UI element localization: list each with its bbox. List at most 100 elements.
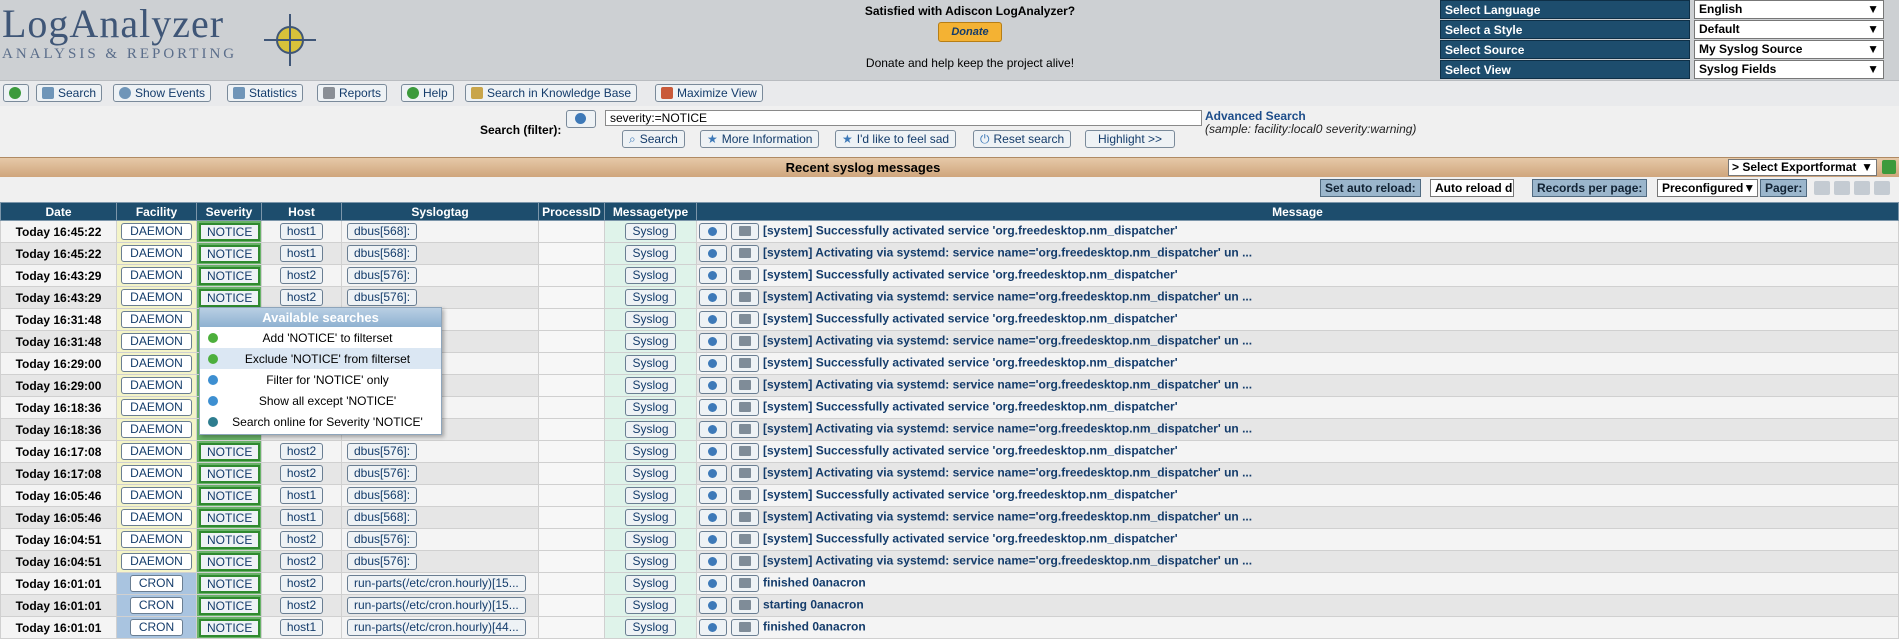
facility-chip[interactable]: CRON: [129, 597, 184, 614]
message-source-button[interactable]: [731, 575, 759, 592]
message-details-button[interactable]: [699, 487, 727, 504]
messagetype-chip[interactable]: Syslog: [625, 223, 676, 240]
facility-chip[interactable]: DAEMON: [121, 223, 192, 240]
last-page-icon[interactable]: [1874, 181, 1890, 195]
message-text[interactable]: finished 0anacron: [763, 576, 866, 590]
host-chip[interactable]: host1: [279, 487, 324, 504]
message-source-button[interactable]: [731, 377, 759, 394]
facility-chip[interactable]: DAEMON: [121, 311, 192, 328]
severity-chip[interactable]: NOTICE: [199, 574, 261, 593]
message-source-button[interactable]: [731, 223, 759, 240]
column-host[interactable]: Host: [261, 202, 342, 221]
message-details-button[interactable]: [699, 245, 727, 262]
message-source-button[interactable]: [731, 399, 759, 416]
next-page-icon[interactable]: [1854, 181, 1870, 195]
feel-sad-button[interactable]: ★ I'd like to feel sad: [835, 130, 957, 148]
message-text[interactable]: [system] Activating via systemd: service…: [763, 466, 1252, 480]
facility-chip[interactable]: DAEMON: [121, 465, 192, 482]
app-logo[interactable]: LogAnalyzer ANALYSIS & REPORTING: [2, 4, 237, 63]
message-source-button[interactable]: [731, 553, 759, 570]
column-syslogtag[interactable]: Syslogtag: [341, 202, 539, 221]
facility-chip[interactable]: DAEMON: [121, 289, 192, 306]
messagetype-chip[interactable]: Syslog: [625, 443, 676, 460]
messagetype-chip[interactable]: Syslog: [625, 575, 676, 592]
message-details-button[interactable]: [699, 377, 727, 394]
message-text[interactable]: [system] Successfully activated service …: [763, 488, 1178, 502]
facility-chip[interactable]: CRON: [129, 575, 184, 592]
donate-button[interactable]: Donate: [938, 22, 1002, 42]
search-input[interactable]: [605, 110, 1202, 126]
messagetype-chip[interactable]: Syslog: [625, 619, 676, 636]
severity-chip[interactable]: NOTICE: [199, 266, 261, 285]
column-severity[interactable]: Severity: [196, 202, 262, 221]
messagetype-chip[interactable]: Syslog: [625, 355, 676, 372]
syslogtag-chip[interactable]: dbus[568]:: [347, 487, 418, 504]
messagetype-chip[interactable]: Syslog: [625, 553, 676, 570]
search-options-button[interactable]: [566, 110, 596, 128]
message-text[interactable]: [system] Successfully activated service …: [763, 400, 1178, 414]
severity-chip[interactable]: NOTICE: [199, 552, 261, 571]
message-text[interactable]: [system] Successfully activated service …: [763, 224, 1178, 238]
message-text[interactable]: [system] Successfully activated service …: [763, 356, 1178, 370]
column-date[interactable]: Date: [0, 202, 117, 221]
message-text[interactable]: starting 0anacron: [763, 598, 864, 612]
severity-chip[interactable]: NOTICE: [199, 244, 261, 263]
facility-chip[interactable]: DAEMON: [121, 245, 192, 262]
message-details-button[interactable]: [699, 531, 727, 548]
message-text[interactable]: [system] Activating via systemd: service…: [763, 290, 1252, 304]
message-text[interactable]: [system] Activating via systemd: service…: [763, 246, 1252, 260]
popup-item-show-all-except[interactable]: Show all except 'NOTICE': [200, 390, 441, 411]
language-select[interactable]: English ▼: [1694, 0, 1884, 19]
syslogtag-chip[interactable]: dbus[568]:: [347, 223, 418, 240]
message-details-button[interactable]: [699, 223, 727, 240]
message-text[interactable]: [system] Successfully activated service …: [763, 532, 1178, 546]
message-text[interactable]: [system] Activating via systemd: service…: [763, 378, 1252, 392]
facility-chip[interactable]: DAEMON: [121, 553, 192, 570]
message-source-button[interactable]: [731, 289, 759, 306]
host-chip[interactable]: host2: [279, 289, 324, 306]
severity-chip[interactable]: NOTICE: [199, 464, 261, 483]
popup-item-search-online[interactable]: Search online for Severity 'NOTICE': [200, 411, 441, 432]
style-select[interactable]: Default ▼: [1694, 20, 1884, 39]
severity-chip[interactable]: NOTICE: [199, 288, 261, 307]
popup-item-add-filter[interactable]: Add 'NOTICE' to filterset: [200, 327, 441, 348]
message-details-button[interactable]: [699, 267, 727, 284]
messagetype-chip[interactable]: Syslog: [625, 399, 676, 416]
popup-item-exclude-filter[interactable]: Exclude 'NOTICE' from filterset: [200, 348, 441, 369]
host-chip[interactable]: host2: [279, 465, 324, 482]
messagetype-chip[interactable]: Syslog: [625, 311, 676, 328]
syslogtag-chip[interactable]: run-parts(/etc/cron.hourly)[15...: [347, 575, 526, 592]
messagetype-chip[interactable]: Syslog: [625, 245, 676, 262]
facility-chip[interactable]: DAEMON: [121, 267, 192, 284]
message-source-button[interactable]: [731, 333, 759, 350]
syslogtag-chip[interactable]: run-parts(/etc/cron.hourly)[44...: [347, 619, 526, 636]
syslogtag-chip[interactable]: dbus[576]:: [347, 531, 418, 548]
message-details-button[interactable]: [699, 465, 727, 482]
host-chip[interactable]: host1: [279, 509, 324, 526]
message-details-button[interactable]: [699, 355, 727, 372]
syslogtag-chip[interactable]: dbus[576]:: [347, 553, 418, 570]
facility-chip[interactable]: DAEMON: [121, 443, 192, 460]
message-text[interactable]: [system] Successfully activated service …: [763, 444, 1178, 458]
message-text[interactable]: [system] Successfully activated service …: [763, 312, 1178, 326]
message-source-button[interactable]: [731, 421, 759, 438]
message-source-button[interactable]: [731, 465, 759, 482]
export-format-select[interactable]: > Select Exportformat ▼: [1728, 159, 1877, 176]
syslogtag-chip[interactable]: dbus[576]:: [347, 465, 418, 482]
message-text[interactable]: [system] Successfully activated service …: [763, 268, 1178, 282]
statistics-button[interactable]: Statistics: [227, 84, 304, 102]
message-text[interactable]: [system] Activating via systemd: service…: [763, 510, 1252, 524]
knowledge-base-button[interactable]: Search in Knowledge Base: [465, 84, 638, 102]
messagetype-chip[interactable]: Syslog: [625, 509, 676, 526]
host-chip[interactable]: host2: [279, 553, 324, 570]
more-information-button[interactable]: ★ More Information: [700, 130, 820, 148]
facility-chip[interactable]: DAEMON: [121, 333, 192, 350]
message-details-button[interactable]: [699, 311, 727, 328]
message-source-button[interactable]: [731, 443, 759, 460]
source-select[interactable]: My Syslog Source ▼: [1694, 40, 1884, 59]
highlight-button[interactable]: Highlight >>: [1085, 130, 1176, 148]
severity-chip[interactable]: NOTICE: [199, 596, 261, 615]
message-source-button[interactable]: [731, 267, 759, 284]
show-events-button[interactable]: Show Events: [113, 84, 212, 102]
severity-chip[interactable]: NOTICE: [199, 508, 261, 527]
